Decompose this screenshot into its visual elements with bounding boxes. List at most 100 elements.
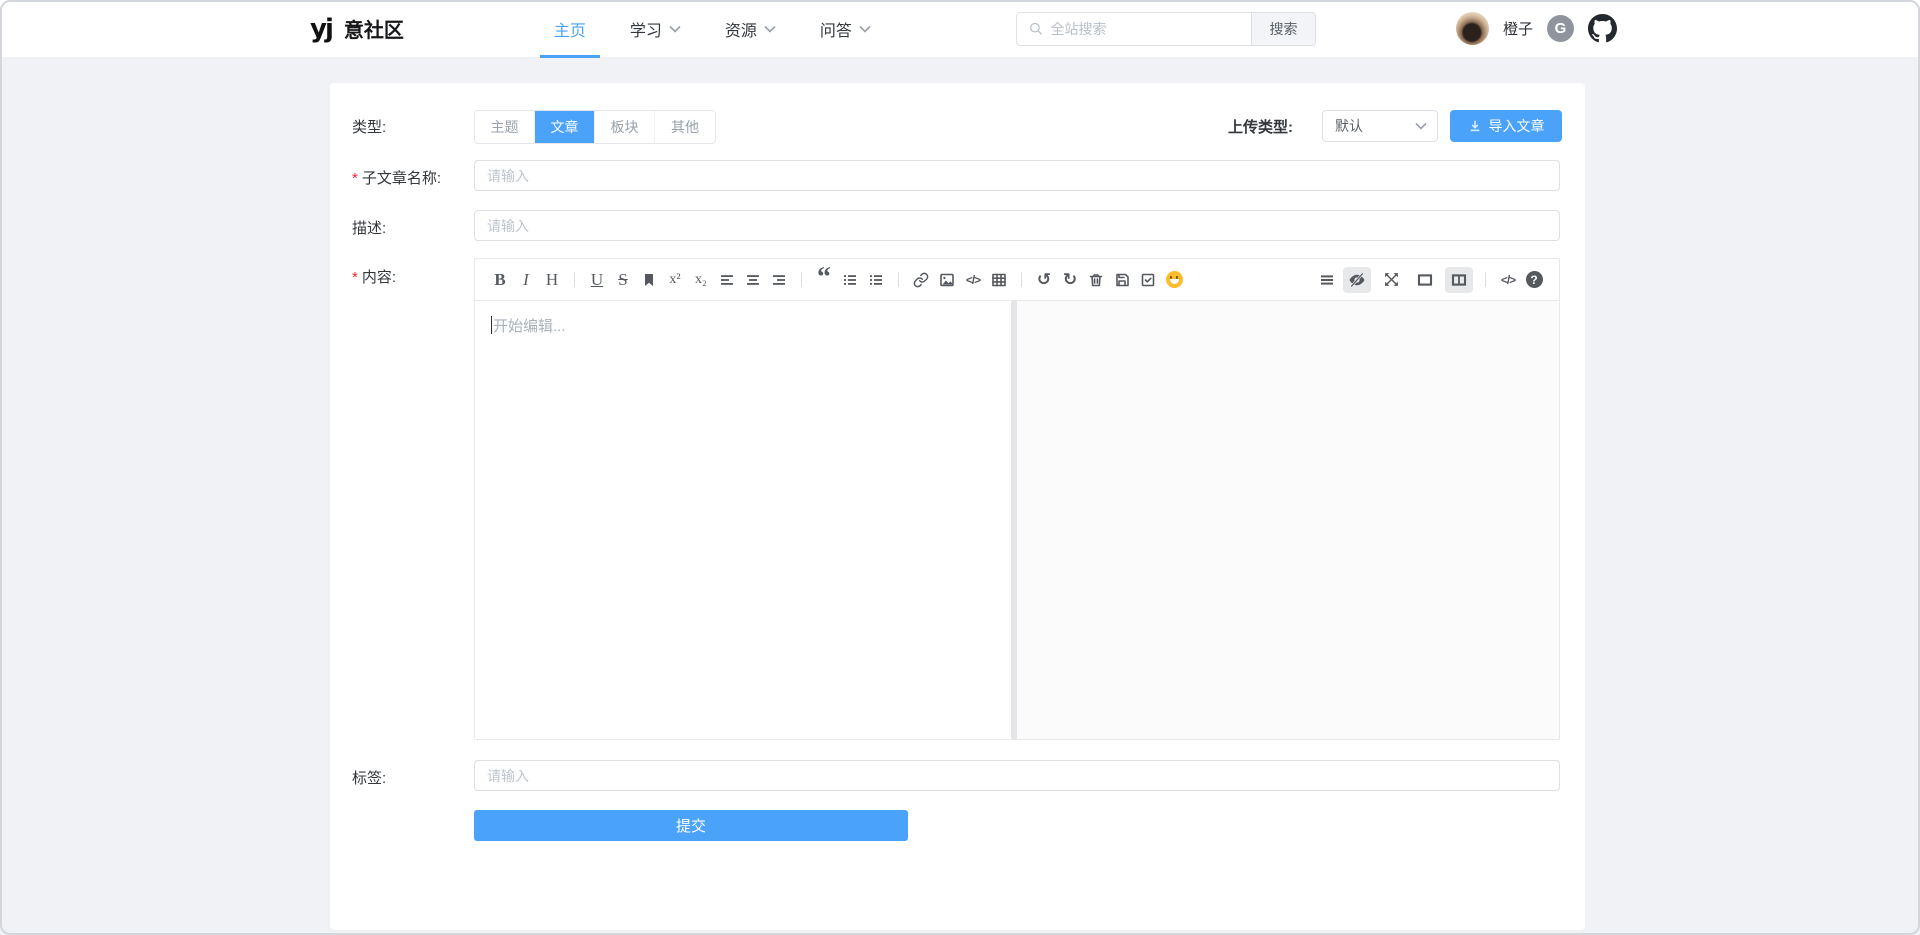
submit-button[interactable]: 提交: [474, 810, 908, 841]
fullscreen-icon: [1383, 271, 1400, 288]
outline-menu-button[interactable]: [1315, 268, 1339, 292]
check-square-icon: [1140, 272, 1156, 288]
article-name-label: *子文章名称:: [352, 167, 441, 188]
publish-check-button[interactable]: [1136, 268, 1160, 292]
search-icon: [1029, 21, 1042, 36]
search-field[interactable]: [1017, 13, 1251, 45]
required-marker: *: [352, 269, 358, 286]
unordered-list-button[interactable]: [864, 268, 888, 292]
editor-placeholder: 开始编辑...: [493, 318, 566, 335]
fullscreen-button[interactable]: [1377, 267, 1405, 293]
toolbar-separator: [801, 272, 802, 287]
import-article-label: 导入文章: [1489, 116, 1545, 136]
link-icon: [913, 272, 929, 288]
unordered-list-icon: [868, 272, 884, 288]
github-icon[interactable]: [1588, 14, 1617, 43]
clear-button[interactable]: [1084, 268, 1108, 292]
chevron-down-icon: [1415, 122, 1427, 130]
table-icon: [991, 272, 1007, 288]
content-label: *内容:: [352, 266, 396, 287]
nav-item-label: 资源: [725, 17, 757, 41]
table-button[interactable]: [987, 268, 1011, 292]
preview-pane-icon: [1417, 272, 1433, 288]
save-button[interactable]: [1110, 268, 1134, 292]
code-block-button[interactable]: </>: [961, 268, 985, 292]
hamburger-menu-icon: [1319, 272, 1335, 288]
required-marker: *: [352, 170, 358, 187]
upload-type-value: 默认: [1335, 116, 1415, 136]
heading-button[interactable]: H: [540, 268, 564, 292]
username[interactable]: 橙子: [1503, 18, 1533, 39]
toolbar-separator: [1485, 272, 1486, 287]
navbar: yj 意社区 主页 学习 资源 问答 搜索 橙子: [0, 0, 1920, 58]
emoji-button[interactable]: [1162, 268, 1186, 292]
site-title: 意社区: [344, 14, 404, 43]
type-option-topic[interactable]: 主题: [475, 111, 535, 143]
nav-item-label: 问答: [820, 17, 852, 41]
description-input[interactable]: [474, 210, 1560, 241]
import-article-button[interactable]: 导入文章: [1450, 110, 1562, 142]
align-center-button[interactable]: [741, 268, 765, 292]
nav-item-qna[interactable]: 问答: [820, 0, 871, 58]
bold-button[interactable]: B: [488, 268, 512, 292]
nav-item-label: 学习: [630, 17, 662, 41]
subscript-button[interactable]: x₂: [689, 268, 713, 292]
upload-type-label: 上传类型:: [1228, 116, 1293, 137]
gitee-icon[interactable]: G: [1547, 15, 1574, 42]
type-option-board[interactable]: 板块: [595, 111, 655, 143]
emoji-icon: [1166, 271, 1183, 288]
text-caret: [491, 316, 492, 334]
underline-button[interactable]: U: [585, 268, 609, 292]
link-button[interactable]: [909, 268, 933, 292]
tags-input[interactable]: [474, 760, 1560, 791]
image-button[interactable]: [935, 268, 959, 292]
redo-button[interactable]: ↻: [1058, 268, 1082, 292]
chevron-down-icon: [859, 25, 871, 33]
save-icon: [1114, 272, 1130, 288]
chevron-down-icon: [669, 25, 681, 33]
toolbar-separator: [898, 272, 899, 287]
ordered-list-button[interactable]: [838, 268, 862, 292]
strikethrough-button[interactable]: S: [611, 268, 635, 292]
help-icon: ?: [1526, 271, 1543, 288]
article-name-input[interactable]: [474, 160, 1560, 191]
undo-button[interactable]: ↺: [1032, 268, 1056, 292]
site-search: 搜索: [1016, 12, 1316, 46]
editor-input-area[interactable]: 开始编辑...: [475, 301, 1011, 739]
chevron-down-icon: [764, 25, 776, 33]
bookmark-icon: [641, 272, 657, 288]
search-button[interactable]: 搜索: [1251, 13, 1315, 45]
site-logo-icon: yj: [310, 14, 332, 44]
search-input[interactable]: [1050, 21, 1239, 37]
split-view-button[interactable]: [1445, 267, 1473, 293]
type-label: 类型:: [352, 116, 386, 137]
toolbar-separator: [574, 272, 575, 287]
preview-only-button[interactable]: [1411, 267, 1439, 293]
main-nav: 主页 学习 资源 问答: [554, 0, 871, 58]
avatar[interactable]: [1456, 12, 1489, 45]
ordered-list-icon: [842, 272, 858, 288]
brand[interactable]: yj 意社区: [310, 14, 404, 44]
bookmark-button[interactable]: [637, 268, 661, 292]
source-code-button[interactable]: </>: [1496, 268, 1520, 292]
align-left-button[interactable]: [715, 268, 739, 292]
split-columns-icon: [1451, 272, 1467, 288]
upload-type-select[interactable]: 默认: [1322, 110, 1438, 142]
toolbar-right-group: </> ?: [1314, 267, 1547, 293]
align-right-button[interactable]: [767, 268, 791, 292]
trash-icon: [1088, 272, 1104, 288]
superscript-button[interactable]: x²: [663, 268, 687, 292]
hide-toolbar-button[interactable]: [1343, 267, 1371, 293]
nav-item-home[interactable]: 主页: [554, 0, 586, 58]
nav-item-resources[interactable]: 资源: [725, 0, 776, 58]
type-option-other[interactable]: 其他: [655, 111, 715, 143]
markdown-editor: B I H U S x² x₂ “: [474, 258, 1560, 740]
blockquote-button[interactable]: “: [812, 268, 836, 292]
help-button[interactable]: ?: [1522, 268, 1546, 292]
editor-preview-pane: [1011, 301, 1559, 739]
image-icon: [939, 272, 955, 288]
toolbar-separator: [1021, 272, 1022, 287]
nav-item-learn[interactable]: 学习: [630, 0, 681, 58]
italic-button[interactable]: I: [514, 268, 538, 292]
type-option-article[interactable]: 文章: [535, 111, 595, 143]
